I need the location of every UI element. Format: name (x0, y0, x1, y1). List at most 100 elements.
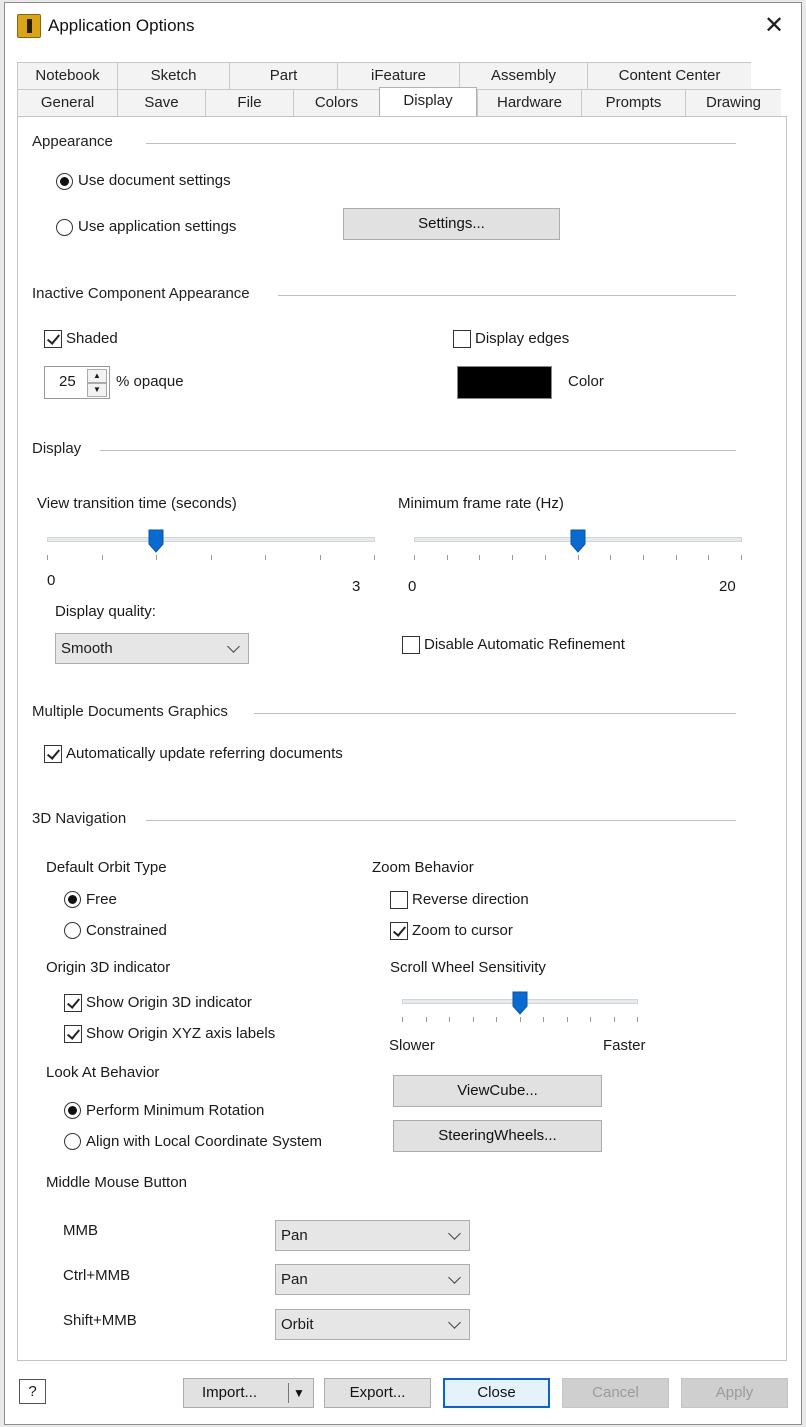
show-origin-checkbox[interactable] (64, 994, 82, 1012)
steeringwheels-button[interactable]: SteeringWheels... (393, 1120, 602, 1152)
tab-part[interactable]: Part (229, 62, 337, 89)
title-bar: Application Options ✕ (5, 3, 801, 51)
reverse-direction-checkbox[interactable] (390, 891, 408, 909)
split-divider (288, 1383, 289, 1403)
slider-tick (545, 555, 546, 560)
shift-mmb-value: Orbit (281, 1316, 314, 1333)
stepper-up-icon[interactable]: ▲ (87, 369, 107, 383)
dropdown-arrow-icon[interactable]: ▼ (293, 1379, 305, 1407)
min-frame-rate-slider[interactable] (414, 529, 742, 573)
use-document-settings-radio[interactable] (56, 173, 73, 190)
show-xyz-labels-checkbox[interactable] (64, 1025, 82, 1043)
import-label: Import... (202, 1384, 258, 1401)
orbit-type-heading: Default Orbit Type (46, 859, 167, 876)
slider-tick (211, 555, 212, 560)
orbit-free-radio[interactable] (64, 891, 81, 908)
ctrl-mmb-value: Pan (281, 1271, 308, 1288)
window-title: Application Options (48, 16, 195, 35)
tab-drawing[interactable]: Drawing (685, 89, 781, 116)
slider-track (47, 537, 375, 542)
auto-update-checkbox[interactable] (44, 745, 62, 763)
slider-tick (567, 1017, 568, 1022)
slider-tick (156, 555, 157, 560)
settings-button[interactable]: Settings... (343, 208, 560, 240)
viewcube-button[interactable]: ViewCube... (393, 1075, 602, 1107)
export-button[interactable]: Export... (324, 1378, 431, 1408)
align-local-label: Align with Local Coordinate System (86, 1133, 322, 1150)
orbit-constrained-radio[interactable] (64, 922, 81, 939)
tab-ifeature[interactable]: iFeature (337, 62, 459, 89)
display-edges-checkbox[interactable] (453, 330, 471, 348)
use-application-settings-label: Use application settings (78, 218, 237, 235)
tab-save[interactable]: Save (117, 89, 205, 116)
min-rotation-radio[interactable] (64, 1102, 81, 1119)
min-frame-rate-max: 20 (719, 578, 736, 595)
orbit-free-label: Free (86, 891, 117, 908)
tab-content-center[interactable]: Content Center (587, 62, 751, 89)
view-transition-label: View transition time (seconds) (37, 495, 237, 512)
min-rotation-label: Perform Minimum Rotation (86, 1102, 265, 1119)
align-local-radio[interactable] (64, 1133, 81, 1150)
zoom-to-cursor-checkbox[interactable] (390, 922, 408, 940)
shift-mmb-select[interactable]: Orbit (275, 1309, 470, 1340)
tab-assembly[interactable]: Assembly (459, 62, 587, 89)
show-origin-label: Show Origin 3D indicator (86, 994, 252, 1011)
color-swatch[interactable] (457, 366, 552, 399)
display-heading: Display (32, 440, 82, 457)
slider-tick (741, 555, 742, 560)
chevron-down-icon (227, 640, 240, 653)
display-quality-select[interactable]: Smooth (55, 633, 249, 664)
scroll-sensitivity-slider[interactable] (402, 991, 638, 1035)
app-logo-icon (17, 14, 41, 38)
slider-tick (473, 1017, 474, 1022)
min-frame-rate-label: Minimum frame rate (Hz) (398, 495, 564, 512)
stepper-down-icon[interactable]: ▼ (87, 383, 107, 397)
tab-file[interactable]: File (205, 89, 293, 116)
tab-general[interactable]: General (17, 89, 117, 116)
slider-tick (402, 1017, 403, 1022)
slider-tick (578, 555, 579, 560)
shaded-checkbox[interactable] (44, 330, 62, 348)
tab-sketch[interactable]: Sketch (117, 62, 229, 89)
use-application-settings-radio[interactable] (56, 219, 73, 236)
middle-mouse-heading: Middle Mouse Button (46, 1174, 187, 1191)
close-button[interactable]: Close (443, 1378, 550, 1408)
divider (254, 713, 736, 714)
help-icon[interactable]: ? (19, 1379, 46, 1404)
origin-indicator-heading: Origin 3D indicator (46, 959, 171, 976)
view-transition-slider[interactable] (47, 529, 375, 573)
slider-tick (512, 555, 513, 560)
display-edges-label: Display edges (475, 330, 570, 347)
tab-hardware[interactable]: Hardware (477, 89, 581, 116)
tab-notebook[interactable]: Notebook (17, 62, 117, 89)
slider-thumb[interactable] (570, 529, 586, 553)
tab-prompts[interactable]: Prompts (581, 89, 685, 116)
slider-thumb[interactable] (512, 991, 528, 1015)
chevron-down-icon (448, 1316, 461, 1329)
apply-button[interactable]: Apply (681, 1378, 788, 1408)
shaded-label: Shaded (66, 330, 118, 347)
opacity-stepper[interactable]: 25 ▲ ▼ (44, 366, 110, 399)
orbit-constrained-label: Constrained (86, 922, 167, 939)
auto-update-label: Automatically update referring documents (66, 745, 343, 762)
slider-tick (265, 555, 266, 560)
slider-tick (590, 1017, 591, 1022)
use-document-settings-label: Use document settings (78, 172, 231, 189)
reverse-direction-label: Reverse direction (412, 891, 529, 908)
slider-thumb[interactable] (148, 529, 164, 553)
tab-display[interactable]: Display (379, 87, 477, 117)
tab-colors[interactable]: Colors (293, 89, 379, 116)
slider-tick (479, 555, 480, 560)
cancel-button[interactable]: Cancel (562, 1378, 669, 1408)
scroll-faster-label: Faster (603, 1037, 646, 1054)
divider (146, 820, 736, 821)
disable-refinement-checkbox[interactable] (402, 636, 420, 654)
multiple-documents-heading: Multiple Documents Graphics (32, 703, 228, 720)
appearance-heading: Appearance (32, 133, 113, 150)
ctrl-mmb-select[interactable]: Pan (275, 1264, 470, 1295)
display-tab-panel: Appearance Use document settings Use app… (17, 116, 787, 1361)
import-button[interactable]: Import... ▼ (183, 1378, 314, 1408)
chevron-down-icon (448, 1271, 461, 1284)
mmb-select[interactable]: Pan (275, 1220, 470, 1251)
close-window-icon[interactable]: ✕ (759, 11, 789, 41)
